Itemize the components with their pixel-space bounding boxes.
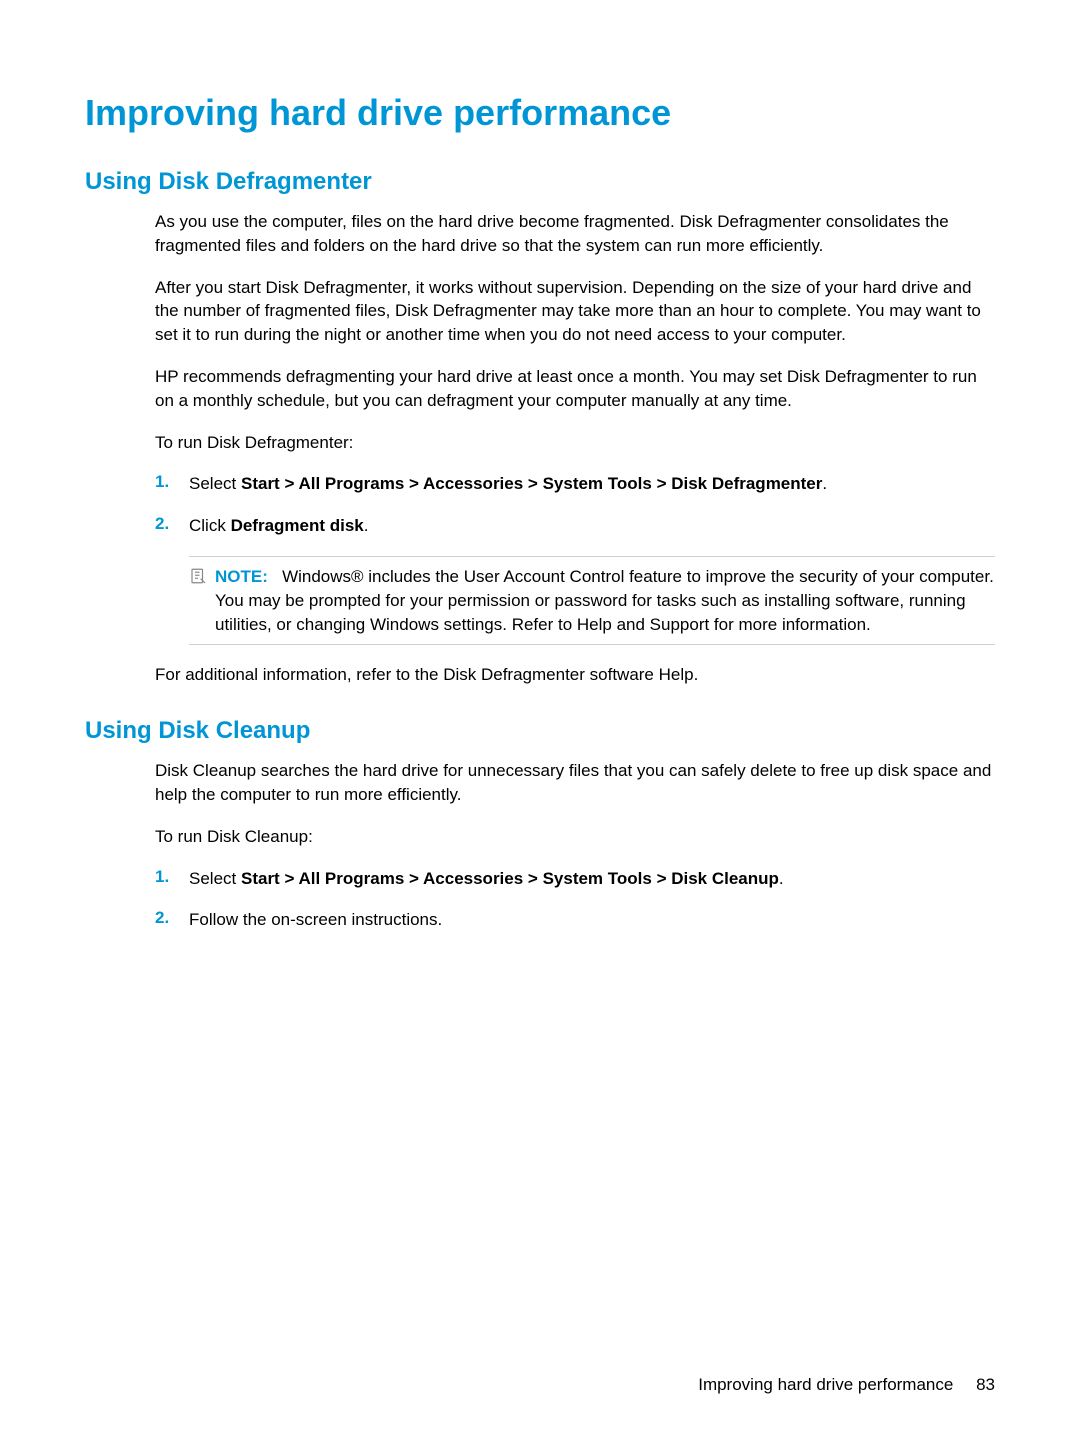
step-number: 2. bbox=[155, 514, 189, 538]
page-number: 83 bbox=[976, 1375, 995, 1394]
step-number: 1. bbox=[155, 867, 189, 891]
section-heading-defragmenter: Using Disk Defragmenter bbox=[85, 168, 995, 196]
paragraph: Disk Cleanup searches the hard drive for… bbox=[155, 759, 995, 807]
paragraph: To run Disk Defragmenter: bbox=[155, 431, 995, 455]
step-item: 1. Select Start > All Programs > Accesso… bbox=[155, 472, 995, 496]
step-text: Select Start > All Programs > Accessorie… bbox=[189, 867, 995, 891]
page-footer: Improving hard drive performance 83 bbox=[698, 1375, 995, 1395]
paragraph: As you use the computer, files on the ha… bbox=[155, 210, 995, 258]
paragraph: For additional information, refer to the… bbox=[155, 663, 995, 687]
note-label: NOTE: bbox=[215, 567, 268, 586]
page-title: Improving hard drive performance bbox=[85, 92, 995, 134]
section-cleanup-body: Disk Cleanup searches the hard drive for… bbox=[155, 759, 995, 932]
paragraph: To run Disk Cleanup: bbox=[155, 825, 995, 849]
note-text: NOTE: Windows® includes the User Account… bbox=[215, 565, 995, 636]
note-callout: NOTE: Windows® includes the User Account… bbox=[189, 556, 995, 645]
step-text: Follow the on-screen instructions. bbox=[189, 908, 995, 932]
step-item: 2. Click Defragment disk. bbox=[155, 514, 995, 538]
section-defragmenter-body: As you use the computer, files on the ha… bbox=[155, 210, 995, 687]
step-text: Click Defragment disk. bbox=[189, 514, 995, 538]
note-icon bbox=[189, 565, 215, 636]
step-number: 2. bbox=[155, 908, 189, 932]
step-number: 1. bbox=[155, 472, 189, 496]
step-item: 1. Select Start > All Programs > Accesso… bbox=[155, 867, 995, 891]
paragraph: After you start Disk Defragmenter, it wo… bbox=[155, 276, 995, 347]
paragraph: HP recommends defragmenting your hard dr… bbox=[155, 365, 995, 413]
step-text: Select Start > All Programs > Accessorie… bbox=[189, 472, 995, 496]
footer-text: Improving hard drive performance bbox=[698, 1375, 953, 1394]
step-item: 2. Follow the on-screen instructions. bbox=[155, 908, 995, 932]
page: Improving hard drive performance Using D… bbox=[0, 0, 1080, 1437]
section-heading-cleanup: Using Disk Cleanup bbox=[85, 717, 995, 745]
